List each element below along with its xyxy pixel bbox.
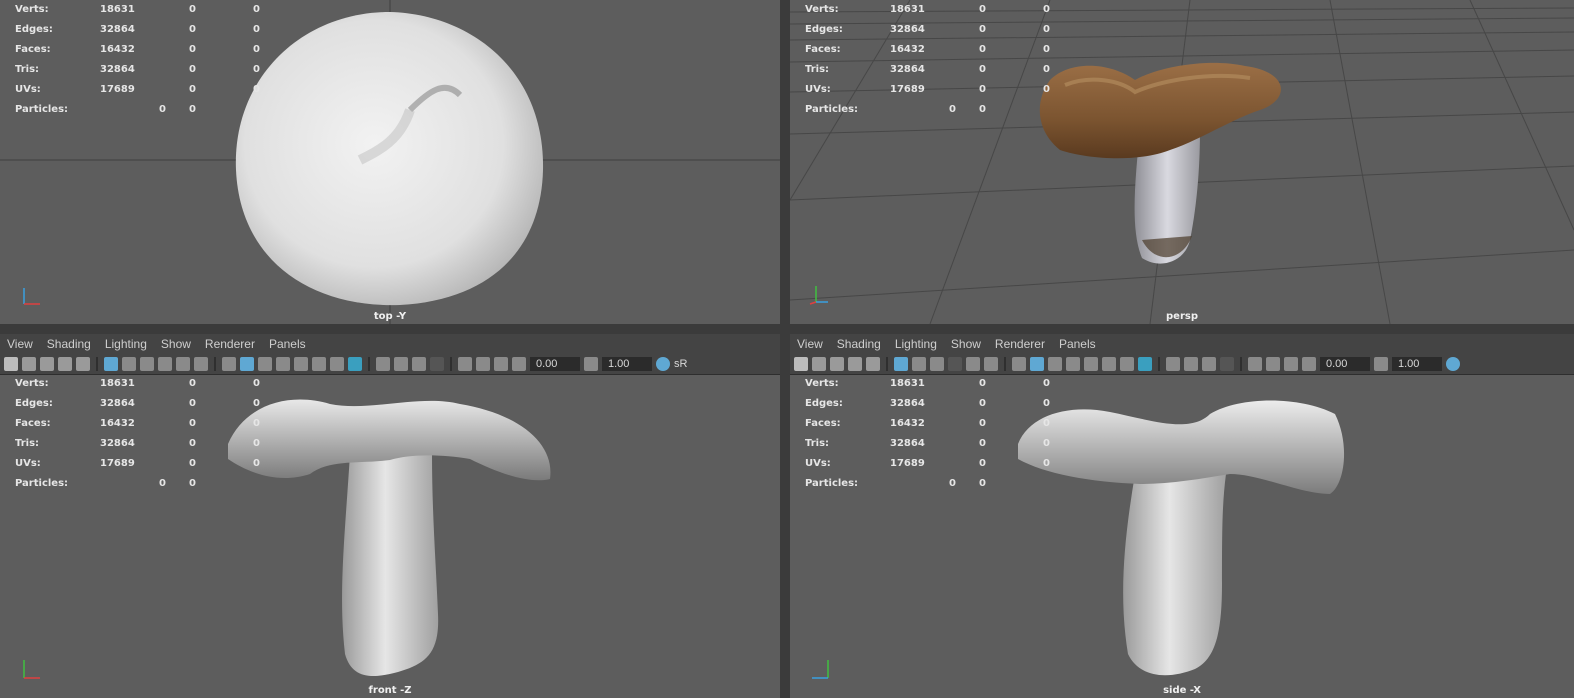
poly-count-hud: Verts: 18631 0 0 Edges: 32864 0 0 Faces: 16432 0… — [15, 4, 260, 115]
poly-count-hud: Verts: 18631 0 0 Edges: 32864 0 0 Faces: 16432 0… — [805, 378, 1050, 489]
camera-label: front -Z — [368, 685, 412, 696]
viewport-persp[interactable]: Verts: 18631 0 0 Edges: 32864 0 0 Faces: 16432 0… — [790, 0, 1574, 324]
viewport-front[interactable]: View Shading Lighting Show Renderer Pane… — [0, 334, 780, 698]
viewport-side[interactable]: View Shading Lighting Show Renderer Pane… — [790, 334, 1574, 698]
axis-gizmo-icon — [809, 286, 828, 305]
viewport-top[interactable]: Verts: 18631 0 0 Edges: 32864 0 0 Faces: 16432 0… — [0, 0, 780, 324]
poly-count-hud: Verts: 18631 0 0 Edges: 32864 0 0 Faces: 16432 0… — [805, 4, 1050, 115]
axis-gizmo-icon — [23, 288, 40, 305]
camera-label: top -Y — [373, 311, 407, 322]
camera-label: side -X — [1163, 685, 1201, 696]
camera-label: persp — [1166, 311, 1198, 322]
poly-count-hud: Verts: 18631 0 0 Edges: 32864 0 0 Faces: 16432 0… — [15, 378, 260, 489]
axis-gizmo-icon — [812, 660, 829, 679]
axis-gizmo-icon — [23, 660, 40, 679]
